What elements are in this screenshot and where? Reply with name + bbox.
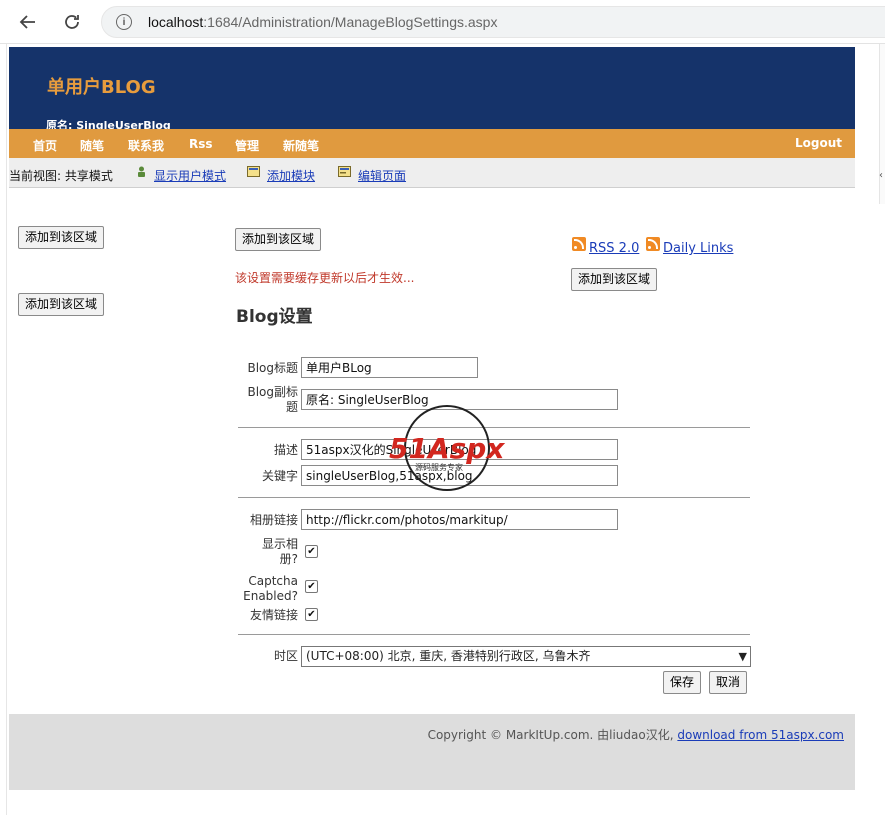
watermark-subtext: 源码服务专家 [415,462,463,472]
keywords-label: 关键字 [261,469,298,483]
add-to-zone-button-left-bottom[interactable]: 添加到该区域 [18,293,105,316]
nav-item-new-post[interactable]: 新随笔 [283,137,319,154]
show-user-mode-link[interactable]: 显示用户模式 [154,167,226,184]
form-divider [238,634,750,635]
form-divider [238,497,750,498]
add-to-zone-button-left-top[interactable]: 添加到该区域 [18,226,105,249]
logout-link[interactable]: Logout [795,136,842,150]
back-arrow-icon[interactable] [14,8,42,36]
cache-notice: 该设置需要缓存更新以后才生效... [235,271,415,285]
edit-page-icon [338,166,351,177]
nav-item-home[interactable]: 首页 [33,137,57,154]
save-button[interactable]: 保存 [663,671,702,694]
description-label: 描述 [273,443,298,457]
daily-links-rss-icon[interactable] [646,237,660,251]
address-bar[interactable]: i localhost:1684/Administration/ManageBl… [101,6,885,38]
daily-links-link[interactable]: Daily Links [663,241,733,256]
add-module-link[interactable]: 添加模块 [267,167,315,184]
copyright-text: Copyright © MarkItUp.com. 由liudao汉化, dow… [428,726,844,743]
add-module-icon [247,166,260,177]
site-title[interactable]: 单用户BLOG [47,73,156,99]
timezone-select[interactable]: (UTC+08:00) 北京, 重庆, 香港特别行政区, 乌鲁木齐 ▼ [301,646,751,667]
view-mode-bar: 当前视图: 共享模式 显示用户模式 添加模块 编辑页面 [9,158,855,188]
album-link-input[interactable] [301,509,618,530]
info-icon[interactable]: i [116,14,132,30]
nav-item-rss[interactable]: Rss [189,137,213,151]
album-link-label: 相册链接 [249,513,298,527]
copyright-label: Copyright © MarkItUp.com. 由liudao汉化, [427,728,674,742]
edit-page-link[interactable]: 编辑页面 [358,167,406,184]
blog-title-label: Blog标题 [247,361,298,375]
user-icon [138,166,145,177]
current-view-label: 当前视图: 共享模式 [9,169,113,183]
site-subtitle: 原名: SingleUserBlog [46,119,171,129]
friend-links-checkbox[interactable]: ✔ [305,608,318,621]
rss-link[interactable]: RSS 2.0 [589,241,639,256]
friend-links-label: 友情链接 [249,608,298,622]
captcha-checkbox[interactable]: ✔ [305,580,318,593]
blog-header: 单用户BLOG 原名: SingleUserBlog [9,47,855,129]
reload-icon[interactable] [58,8,86,36]
settings-title: Blog设置 [236,307,313,327]
browser-toolbar: i localhost:1684/Administration/ManageBl… [0,0,885,44]
timezone-selected-value: (UTC+08:00) 北京, 重庆, 香港特别行政区, 乌鲁木齐 [306,649,591,663]
page-edge [6,44,7,815]
add-to-zone-button-right[interactable]: 添加到该区域 [571,268,658,291]
rss-feed-icon[interactable] [572,237,586,251]
show-album-checkbox[interactable]: ✔ [305,545,318,558]
chevron-down-icon: ▼ [738,650,747,663]
timezone-label: 时区 [273,649,298,663]
add-to-zone-button-center[interactable]: 添加到该区域 [235,228,322,251]
side-panel-edge: ‹ [879,44,885,204]
blog-title-input[interactable] [301,357,478,378]
main-nav: 首页 随笔 联系我 Rss 管理 新随笔 Logout [9,129,855,158]
url-path: :1684/Administration/ManageBlogSettings.… [203,14,498,30]
nav-item-admin[interactable]: 管理 [235,137,259,154]
captcha-label: Captcha Enabled? [243,574,298,603]
scroll-marker-icon: ‹ [879,170,883,181]
nav-item-posts[interactable]: 随笔 [80,137,104,154]
blog-subtitle-label: Blog副标题 [247,385,298,414]
watermark-text: 51Aspx [389,432,505,465]
url-host: localhost [148,14,204,30]
show-album-label: 显示相册? [261,537,298,566]
download-link[interactable]: download from 51aspx.com [677,728,844,742]
cancel-button[interactable]: 取消 [709,671,748,694]
footer: Copyright © MarkItUp.com. 由liudao汉化, dow… [9,714,855,790]
nav-item-contact[interactable]: 联系我 [128,137,164,154]
watermark-logo: 51Aspx 源码服务专家 [389,405,505,491]
